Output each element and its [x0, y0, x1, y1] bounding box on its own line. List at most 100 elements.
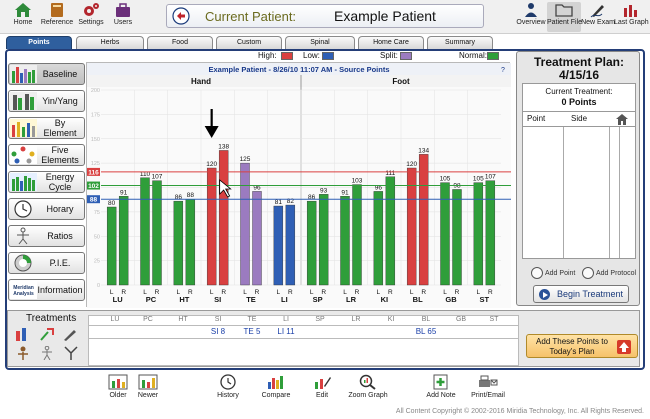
baseline-button[interactable]: Baseline [8, 63, 85, 85]
add-protocol-button[interactable] [582, 267, 594, 279]
bar-lr-left[interactable] [340, 196, 350, 286]
tab-home-care[interactable]: Home Care [358, 36, 424, 49]
clock-icon [220, 374, 236, 390]
bar-te-right[interactable] [252, 191, 262, 286]
energy-cycle-button[interactable]: Energy Cycle [8, 171, 85, 193]
treatment-meridian-row: LU PC HT SI TE LI SP LR KI BL GB ST [88, 315, 519, 326]
bar-value-label: 125 [240, 156, 251, 163]
bar-chart-icon[interactable] [14, 327, 32, 341]
treatment-code: LI [283, 316, 289, 323]
legend-low-swatch[interactable] [322, 52, 334, 60]
bar-gb-right[interactable] [452, 189, 462, 286]
figure-icon[interactable] [14, 346, 32, 360]
bar-si-right[interactable] [218, 150, 229, 286]
treatment-code: PC [143, 316, 153, 323]
compare-button[interactable]: Compare [254, 374, 298, 402]
legend-high-swatch[interactable] [281, 52, 293, 60]
newer-chart-icon [138, 374, 158, 390]
new-exam-button[interactable]: New Exam [581, 2, 615, 32]
bar-st-right[interactable] [485, 180, 496, 286]
bar-li-right[interactable] [285, 204, 296, 286]
treatment-code: SP [315, 316, 325, 323]
edit-button[interactable]: Edit [300, 374, 344, 402]
history-button[interactable]: History [206, 374, 250, 402]
five-elements-button[interactable]: Five Elements [8, 144, 85, 166]
bar-value-label: 111 [385, 170, 395, 177]
bar-te-left[interactable] [240, 162, 250, 286]
branch-icon[interactable] [62, 346, 80, 360]
bar-value-label: 134 [418, 147, 429, 154]
bar-lu-left[interactable] [106, 206, 117, 286]
pie-button[interactable]: P.I.E. [8, 252, 85, 274]
folder-icon [555, 4, 573, 17]
bar-ht-left[interactable] [173, 200, 184, 286]
add-point-button[interactable] [531, 267, 543, 279]
bar-pc-right[interactable] [152, 180, 162, 286]
bar-ki-left[interactable] [373, 191, 384, 286]
users-button[interactable]: Users [106, 2, 140, 32]
overview-button[interactable]: Overview [514, 2, 548, 32]
bar-st-left[interactable] [473, 182, 484, 286]
treatment-code: LU [110, 316, 120, 323]
zoom-graph-button[interactable]: Zoom Graph [346, 374, 390, 402]
bar-bl-right[interactable] [418, 154, 429, 286]
treatment-point[interactable]: BL 65 [406, 327, 446, 336]
treatment-plan-date: 4/15/16 [558, 68, 600, 82]
play-icon [539, 289, 550, 300]
newer-button[interactable]: Newer [126, 374, 170, 402]
horary-button[interactable]: Horary [8, 198, 85, 220]
treatment-point[interactable]: LI 11 [266, 327, 306, 336]
tab-custom[interactable]: Custom [216, 36, 282, 49]
bar-lu-right[interactable] [118, 196, 129, 286]
y-tick-label: 175 [91, 112, 100, 118]
by-element-button[interactable]: By Element [8, 117, 85, 139]
five-elements-thumbnail-icon [10, 146, 37, 164]
y-tick-label: 25 [94, 259, 100, 265]
chart-panel: Example Patient - 8/26/10 11:07 AM - Sou… [86, 62, 511, 308]
treatment-code: LR [351, 316, 361, 323]
bar-ki-right[interactable] [385, 176, 396, 286]
plan-column-divider [609, 127, 610, 258]
zoom-icon [359, 374, 376, 390]
print-email-button[interactable]: Print/Email [466, 374, 510, 402]
bar-gb-left[interactable] [440, 182, 450, 286]
ratios-button[interactable]: Ratios [8, 225, 85, 247]
bar-sp-left[interactable] [306, 200, 317, 286]
bar-pc-left[interactable] [140, 177, 150, 286]
begin-treatment-button[interactable]: Begin Treatment [533, 285, 629, 303]
tools-icon[interactable] [38, 327, 56, 341]
body-figure-icon [17, 227, 29, 245]
legend-normal-swatch[interactable] [487, 52, 499, 60]
point-column-header: Point [527, 114, 546, 123]
treatment-plan-title: Treatment Plan: [533, 55, 625, 69]
add-points-to-plan-button[interactable]: Add These Points to Today's Plan [526, 334, 638, 358]
home-button[interactable]: Home [6, 2, 40, 32]
legend-split-swatch[interactable] [400, 52, 412, 60]
add-note-icon [433, 374, 448, 390]
yin-yang-button[interactable]: Yin/Yang [8, 90, 85, 112]
bar-sp-right[interactable] [318, 194, 329, 286]
last-graph-button[interactable]: Last Graph [614, 2, 649, 32]
tab-herbs[interactable]: Herbs [76, 36, 144, 49]
patient-return-icon[interactable] [172, 7, 190, 25]
side-label: L [277, 289, 281, 296]
settings-button[interactable]: Settings [74, 2, 108, 32]
side-label: R [388, 289, 393, 296]
bar-ht-right[interactable] [185, 198, 196, 286]
tab-summary[interactable]: Summary [427, 36, 493, 49]
category-label: BL [413, 295, 423, 304]
body-figure-icon[interactable] [38, 346, 56, 360]
information-button[interactable]: Meridian Analysis Information [8, 279, 85, 301]
home-icon [616, 114, 628, 125]
tab-points[interactable]: Points [6, 36, 72, 49]
patient-file-button[interactable]: Patient File [547, 2, 582, 32]
chart-help-icon: ? [501, 67, 505, 74]
pen-icon[interactable] [62, 327, 80, 341]
reference-button[interactable]: Reference [40, 2, 74, 32]
add-note-button[interactable]: Add Note [419, 374, 463, 402]
bar-li-left[interactable] [273, 205, 284, 286]
bar-value-label: 88 [187, 192, 195, 199]
y-tick-label: 0 [97, 283, 100, 289]
tab-food[interactable]: Food [147, 36, 213, 49]
tab-spinal[interactable]: Spinal [285, 36, 355, 49]
